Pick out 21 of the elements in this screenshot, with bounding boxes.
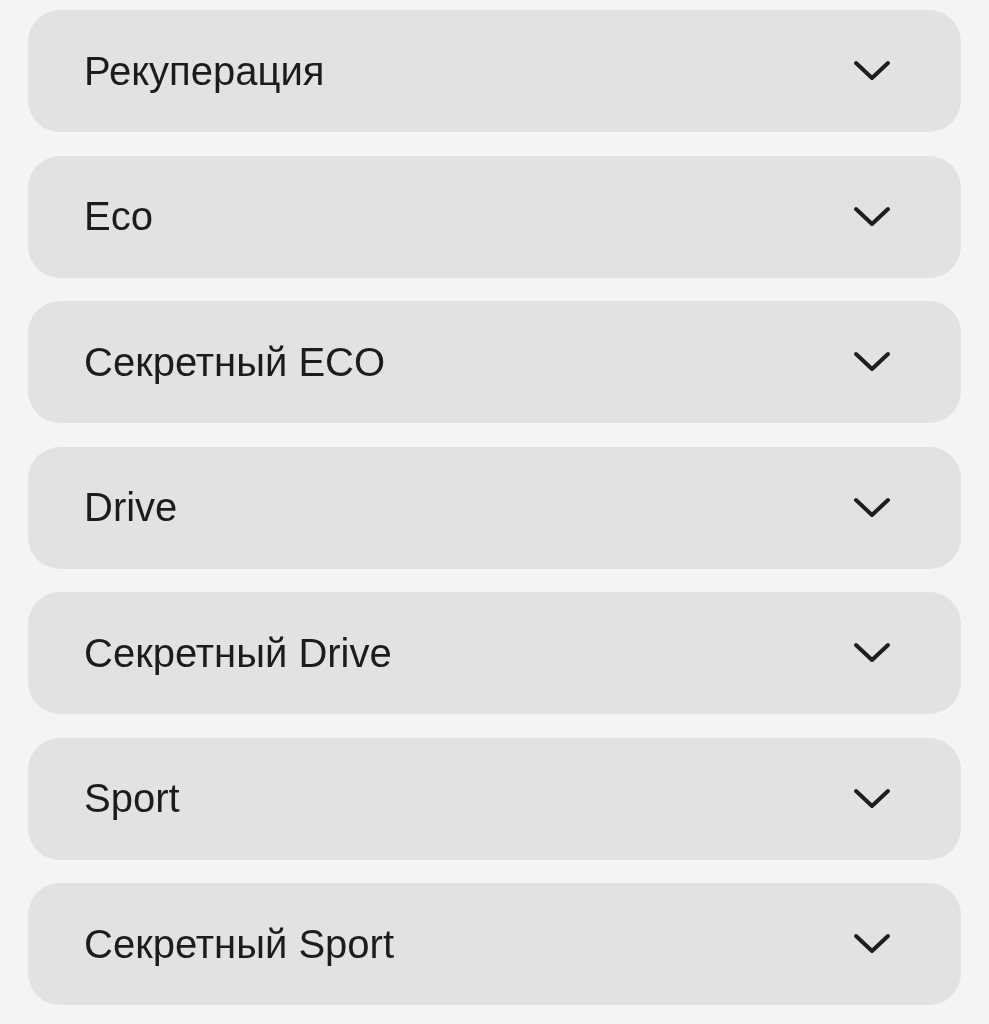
accordion-header[interactable]: Sport xyxy=(28,737,961,860)
accordion-header[interactable]: Рекуперация xyxy=(28,10,961,132)
section-title: Drive xyxy=(84,485,178,530)
section-title: Секретный Sport xyxy=(84,921,395,967)
chevron-down-icon xyxy=(853,932,891,956)
chevron-down-icon xyxy=(853,495,891,520)
section-title: Секретный Drive xyxy=(84,630,392,676)
section-title: Секретный ECO xyxy=(84,339,386,385)
accordion-header[interactable]: Секретный Drive xyxy=(28,592,961,714)
accordion-header[interactable]: Drive xyxy=(28,446,961,569)
accordion-header[interactable]: Секретный Sport xyxy=(28,883,961,1005)
chevron-down-icon xyxy=(853,350,891,374)
chevron-down-icon xyxy=(853,641,891,665)
section-title: Eco xyxy=(84,194,153,239)
chevron-down-icon xyxy=(853,59,891,83)
chevron-down-icon xyxy=(853,204,891,229)
chevron-down-icon xyxy=(853,786,891,811)
accordion-header[interactable]: Eco xyxy=(28,155,961,278)
section-title: Sport xyxy=(84,776,180,821)
accordion-header[interactable]: Секретный ECO xyxy=(28,301,961,423)
section-title: Рекуперация xyxy=(84,48,325,94)
